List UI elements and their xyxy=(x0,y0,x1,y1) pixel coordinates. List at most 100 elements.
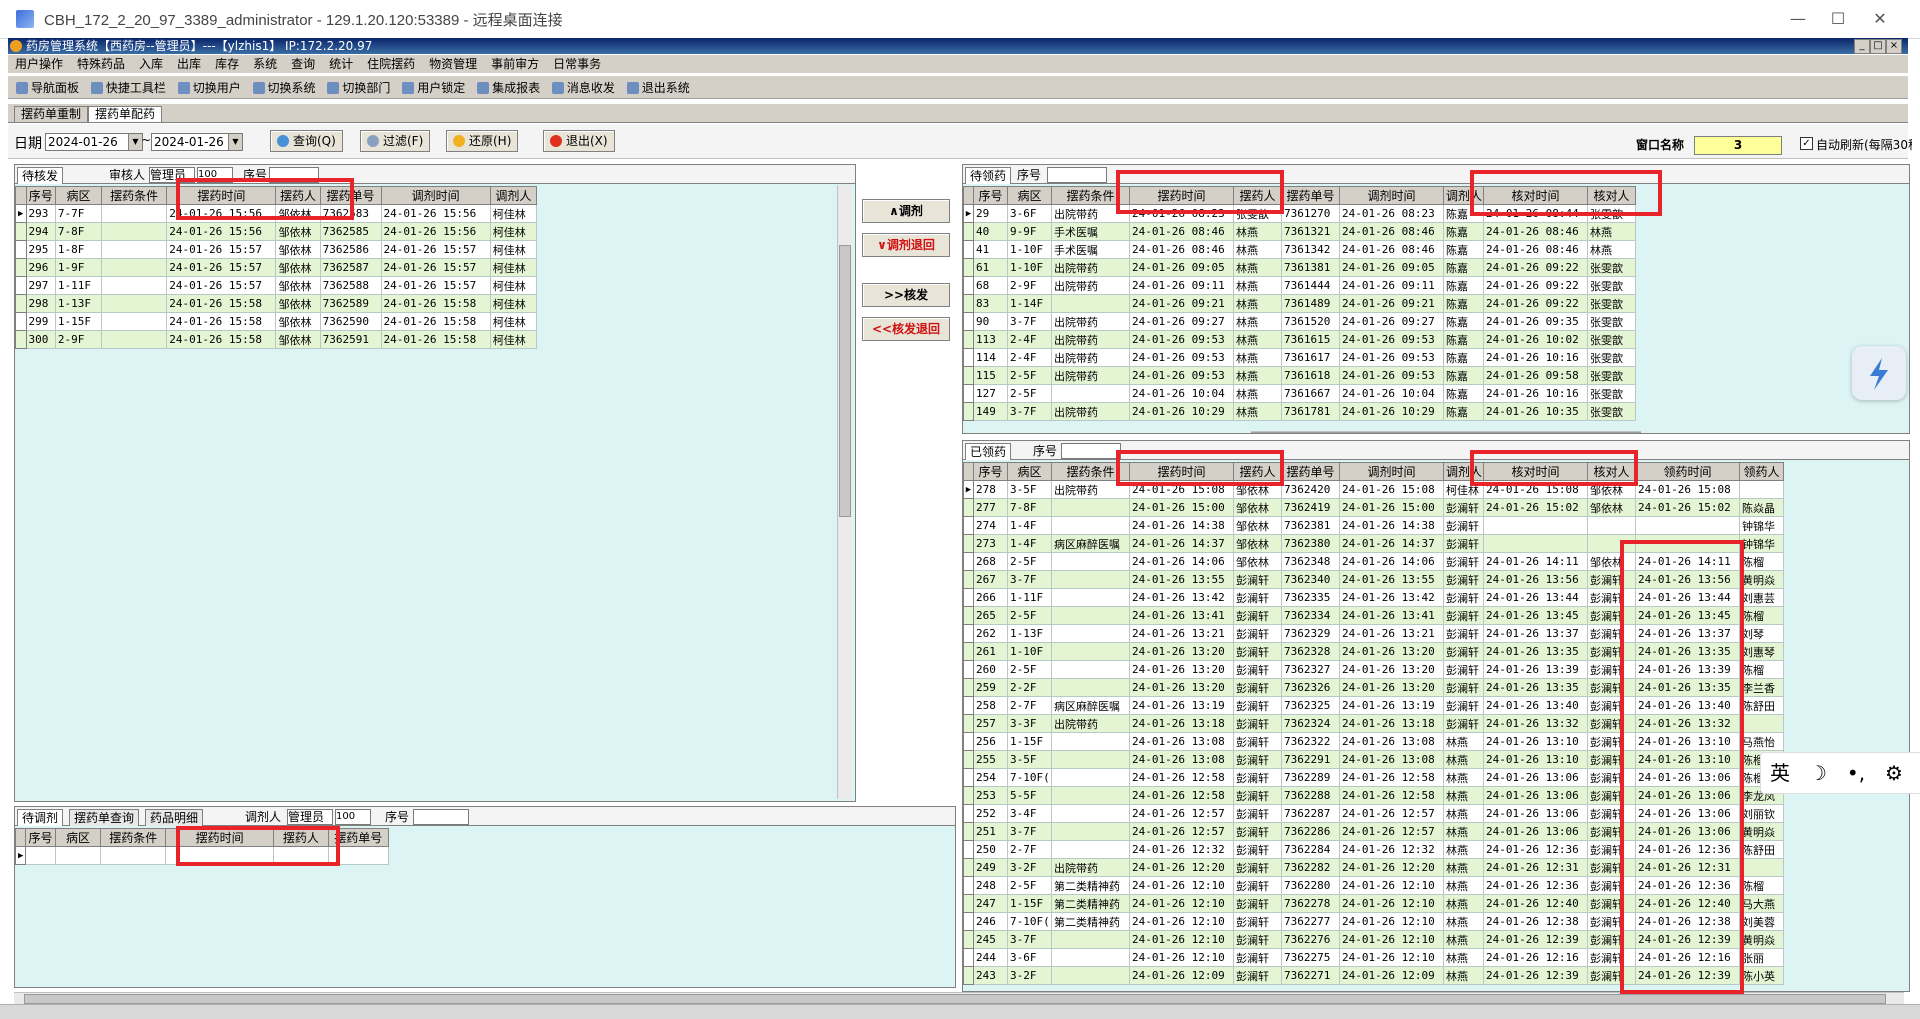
table-row[interactable]: 259 2-2F 24-01-26 13:20 彭澜轩 7362326 24-01-26 … xyxy=(963,678,1784,697)
table-row[interactable]: 297 1-11F 24-01-26 15:57 邹依林 7362588 24-01-26… xyxy=(15,276,538,295)
menu-inpatient-dispense[interactable]: 住院摆药 xyxy=(360,55,422,73)
gear-icon[interactable]: ⚙ xyxy=(1875,753,1913,793)
column-header[interactable]: 病区 xyxy=(1007,462,1052,481)
column-header[interactable]: 病区 xyxy=(1007,186,1052,205)
issue-button[interactable]: >>核发 xyxy=(862,283,950,307)
column-header[interactable]: 摆药条件 xyxy=(1051,186,1130,205)
table-row[interactable]: 41 1-10F 手术医嘱 24-01-26 08:46 林燕 7361342 24-01-… xyxy=(963,240,1636,259)
tab-pending-dispense[interactable]: 待调剂 xyxy=(17,809,64,826)
table-row[interactable]: 253 5-5F 24-01-26 12:58 彭澜轩 7362288 24-01-26 … xyxy=(963,786,1784,805)
table-row[interactable]: 248 2-5F 第二类精神药 24-01-26 12:10 彭澜轩 7362280 24-… xyxy=(963,876,1784,895)
table-row[interactable]: 260 2-5F 24-01-26 13:20 彭澜轩 7362327 24-01-26 … xyxy=(963,660,1784,679)
table-row[interactable]: 254 7-10F(24-01-26 12:58 彭澜轩 7362289 24-01-2… xyxy=(963,768,1784,787)
quick-toolbar-button[interactable]: 快捷工具栏 xyxy=(90,79,166,96)
menu-query[interactable]: 查询 xyxy=(284,55,322,73)
menu-system[interactable]: 系统 xyxy=(246,55,284,73)
floating-widget[interactable] xyxy=(1852,346,1906,400)
column-header[interactable]: 核对时间 xyxy=(1483,186,1588,205)
restore-button[interactable]: 还原(H) xyxy=(446,130,519,152)
tab-dispense-prepare[interactable]: 摆药单配药 xyxy=(88,106,163,122)
table-row[interactable]: 251 3-7F 24-01-26 12:57 彭澜轩 7362286 24-01-26 … xyxy=(963,822,1784,841)
switch-department-button[interactable]: 切换部门 xyxy=(327,79,390,96)
column-header[interactable]: 调剂人 xyxy=(489,186,538,205)
column-header[interactable]: 核对人 xyxy=(1587,186,1636,205)
table-row[interactable]: 113 2-4F 出院带药 24-01-26 09:53 林燕 7361615 24-01-… xyxy=(963,330,1636,349)
dispenser-select[interactable]: 管理员 xyxy=(287,809,333,825)
table-row[interactable]: 273 1-4F 病区麻醉医嘱 24-01-26 14:37 邹依林 7362380 24-… xyxy=(963,534,1784,553)
app-restore-button[interactable]: □ xyxy=(1870,39,1886,54)
table-row[interactable]: 114 2-4F 出院带药 24-01-26 09:53 林燕 7361617 24-01-… xyxy=(963,348,1636,367)
switch-system-button[interactable]: 切换系统 xyxy=(252,79,316,96)
column-header[interactable]: 摆药单号 xyxy=(1281,186,1340,205)
integrated-report-button[interactable]: 集成报表 xyxy=(477,79,540,96)
issue-count-select[interactable]: 100 xyxy=(197,167,233,183)
column-header[interactable]: 序号 xyxy=(25,186,56,205)
date-from-picker[interactable]: 2024-01-26 ▼ xyxy=(45,133,143,151)
column-header[interactable]: 摆药人 xyxy=(273,828,329,847)
column-header[interactable]: 摆药时间 xyxy=(164,828,275,847)
menu-statistics[interactable]: 统计 xyxy=(322,55,360,73)
column-header[interactable]: 摆药人 xyxy=(1233,462,1282,481)
table-row[interactable]: 255 3-5F 24-01-26 13:08 彭澜轩 7362291 24-01-26 … xyxy=(963,750,1784,769)
table-row[interactable]: 83 1-14F 24-01-26 09:21 林燕 7361489 24-01-26 0… xyxy=(963,294,1636,313)
exit-button[interactable]: 退出(X) xyxy=(543,130,615,152)
column-header[interactable]: 调剂人 xyxy=(1443,186,1484,205)
user-lock-button[interactable]: 用户锁定 xyxy=(402,79,465,96)
table-row[interactable]: ▶ 293 7-7F 24-01-26 15:56 邹依林 7362583 24-01-26… xyxy=(15,204,538,223)
column-header[interactable]: 调剂时间 xyxy=(380,186,491,205)
table-row[interactable]: 274 1-4F 24-01-26 14:38 邹依林 7362381 24-01-26 … xyxy=(963,516,1784,535)
column-header[interactable]: 摆药人 xyxy=(275,186,321,205)
tab-dispense-remake[interactable]: 摆药单重制 xyxy=(14,106,89,122)
exit-system-button[interactable]: 退出系统 xyxy=(626,79,690,96)
issue-vscroll-thumb[interactable] xyxy=(839,245,851,517)
column-header[interactable]: 摆药单号 xyxy=(327,828,390,847)
query-button[interactable]: 查询(Q) xyxy=(270,130,343,152)
table-row[interactable]: 258 2-7F 病区麻醉医嘱 24-01-26 13:19 彭澜轩 7362325 24-… xyxy=(963,696,1784,715)
table-row[interactable]: 90 3-7F 出院带药 24-01-26 09:27 林燕 7361520 24-01-2… xyxy=(963,312,1636,331)
table-row[interactable]: 300 2-9F 24-01-26 15:58 邹依林 7362591 24-01-26 … xyxy=(15,330,538,349)
table-row[interactable]: 299 1-15F 24-01-26 15:58 邹依林 7362590 24-01-26… xyxy=(15,312,538,331)
tab-picked-up[interactable]: 已领药 xyxy=(965,443,1012,460)
table-row[interactable]: 40 9-9F 手术医嘱 24-01-26 08:46 林燕 7361321 24-01-2… xyxy=(963,222,1636,241)
menu-stock-in[interactable]: 入库 xyxy=(132,55,170,73)
table-row[interactable]: 266 1-11F 24-01-26 13:42 彭澜轩 7362335 24-01-26… xyxy=(963,588,1784,607)
dispense-button[interactable]: ∧调剂 xyxy=(862,199,950,223)
column-header[interactable]: 序号 xyxy=(25,828,56,847)
column-header[interactable]: 调剂时间 xyxy=(1339,462,1444,481)
column-header[interactable]: 摆药单号 xyxy=(1281,462,1340,481)
dispense-count-select[interactable]: 100 xyxy=(335,809,371,825)
column-header[interactable]: 摆药时间 xyxy=(1129,462,1234,481)
issue-return-button[interactable]: <<核发退回 xyxy=(862,317,950,341)
menu-inventory[interactable]: 库存 xyxy=(208,55,246,73)
column-header[interactable]: 领药时间 xyxy=(1635,462,1740,481)
close-button[interactable]: ✕ xyxy=(1860,6,1900,32)
table-row[interactable]: 68 2-9F 出院带药 24-01-26 09:11 林燕 7361444 24-01-2… xyxy=(963,276,1636,295)
column-header[interactable]: 摆药条件 xyxy=(100,828,166,847)
table-row[interactable]: 246 7-10F(第二类精神药 24-01-26 12:10 彭澜轩 7362277 2… xyxy=(963,912,1784,931)
table-row[interactable]: 127 2-5F 24-01-26 10:04 林燕 7361667 24-01-26 1… xyxy=(963,384,1636,403)
table-row[interactable]: 262 1-13F 24-01-26 13:21 彭澜轩 7362329 24-01-26… xyxy=(963,624,1784,643)
dispense-return-button[interactable]: ∨调剂退回 xyxy=(862,233,950,257)
ime-language-toggle[interactable]: 英 xyxy=(1761,753,1799,793)
tab-drug-detail[interactable]: 药品明细 xyxy=(145,809,204,826)
table-row[interactable]: ▶ 278 3-5F 出院带药 24-01-26 15:08 邹依林 7362420 24-0… xyxy=(963,480,1784,499)
menu-materials[interactable]: 物资管理 xyxy=(422,55,484,73)
menu-daily-affairs[interactable]: 日常事务 xyxy=(546,55,608,73)
table-row[interactable]: 268 2-5F 24-01-26 14:06 邹依林 7362348 24-01-26 … xyxy=(963,552,1784,571)
table-row[interactable]: 245 3-7F 24-01-26 12:10 彭澜轩 7362276 24-01-26 … xyxy=(963,930,1784,949)
switch-user-button[interactable]: 切换用户 xyxy=(177,79,241,96)
column-header[interactable]: 摆药条件 xyxy=(101,186,168,205)
tab-pending-issue[interactable]: 待核发 xyxy=(17,167,64,184)
minimize-button[interactable]: — xyxy=(1778,6,1818,32)
punctuation-toggle[interactable]: •, xyxy=(1837,753,1875,793)
menu-stock-out[interactable]: 出库 xyxy=(170,55,208,73)
table-row[interactable]: 296 1-9F 24-01-26 15:57 邹依林 7362587 24-01-26 … xyxy=(15,258,538,277)
table-row[interactable]: 250 2-7F 24-01-26 12:32 彭澜轩 7362284 24-01-26 … xyxy=(963,840,1784,859)
column-header[interactable]: 摆药时间 xyxy=(166,186,277,205)
pickup-seq-input[interactable] xyxy=(1047,167,1107,183)
issue-seq-input[interactable] xyxy=(269,167,319,183)
column-header[interactable]: 调剂时间 xyxy=(1339,186,1444,205)
table-row[interactable]: 257 3-3F 出院带药 24-01-26 13:18 彭澜轩 7362324 24-01… xyxy=(963,714,1784,733)
table-row[interactable]: 256 1-15F 24-01-26 13:08 彭澜轩 7362322 24-01-26… xyxy=(963,732,1784,751)
table-row[interactable]: 277 7-8F 24-01-26 15:00 邹依林 7362419 24-01-26 … xyxy=(963,498,1784,517)
